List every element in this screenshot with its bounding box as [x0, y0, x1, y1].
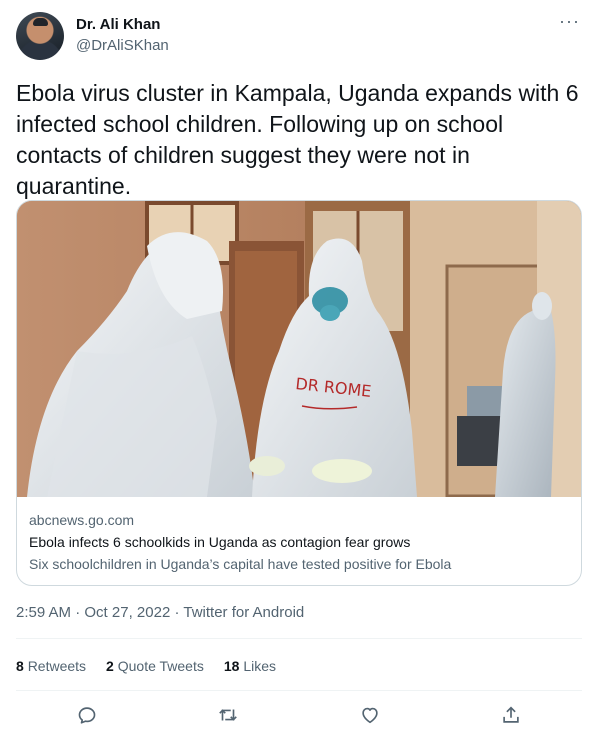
card-description: Six schoolchildren in Uganda’s capital h… [29, 556, 452, 572]
retweets-stat[interactable]: 8 Retweets [16, 656, 86, 676]
tweet-date[interactable]: Oct 27, 2022 [84, 604, 170, 621]
tweet-source[interactable]: Twitter for Android [183, 604, 304, 621]
share-icon [503, 706, 519, 723]
tweet-stats: 8 Retweets 2 Quote Tweets 18 Likes [16, 656, 276, 676]
card-meta: abcnews.go.com Ebola infects 6 schoolkid… [29, 511, 569, 574]
separator: · [71, 604, 85, 621]
reply-button[interactable] [69, 700, 105, 730]
author-display-name[interactable]: Dr. Ali Khan [76, 15, 169, 35]
retweets-count: 8 [16, 658, 24, 674]
share-button[interactable] [493, 700, 529, 730]
reply-icon [78, 707, 96, 724]
quote-tweets-stat[interactable]: 2 Quote Tweets [106, 656, 204, 676]
retweets-label: Retweets [27, 658, 87, 674]
tweet-time[interactable]: 2:59 AM [16, 604, 71, 621]
tweet-timestamp: 2:59 AM · Oct 27, 2022 · Twitter for And… [16, 603, 304, 623]
like-button[interactable] [352, 700, 388, 730]
ebola-workers-photo: DR ROME [17, 201, 581, 497]
likes-stat[interactable]: 18 Likes [224, 656, 276, 676]
avatar[interactable] [16, 12, 64, 60]
tweet-text: Ebola virus cluster in Kampala, Uganda e… [16, 80, 579, 199]
retweet-button[interactable] [210, 700, 246, 730]
tweet-header: Dr. Ali Khan @DrAliSKhan ··· [16, 12, 582, 62]
author-handle[interactable]: @DrAliSKhan [76, 36, 169, 56]
like-icon [362, 707, 378, 724]
retweet-icon [219, 709, 238, 721]
card-domain: abcnews.go.com [29, 512, 135, 528]
separator: · [170, 604, 184, 621]
likes-count: 18 [223, 658, 240, 674]
link-card[interactable]: DR ROME abcnews.go.com Ebola infects 6 s… [16, 200, 582, 586]
more-options-icon[interactable]: ··· [559, 12, 580, 30]
divider [16, 638, 582, 639]
author-names: Dr. Ali Khan @DrAliSKhan [76, 15, 169, 56]
likes-label: Likes [243, 658, 277, 674]
action-bar [16, 700, 582, 730]
card-title[interactable]: Ebola infects 6 schoolkids in Uganda as … [29, 533, 569, 552]
quotes-label: Quote Tweets [117, 658, 204, 674]
quotes-count: 2 [106, 658, 114, 674]
divider [16, 690, 582, 691]
card-image: DR ROME [17, 201, 581, 497]
